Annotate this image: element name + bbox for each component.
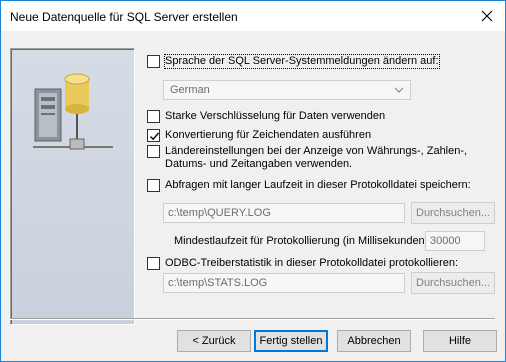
odbc-stats-checkbox[interactable] — [147, 257, 160, 270]
long-queries-label: Abfragen mit langer Laufzeit in dieser P… — [165, 179, 471, 191]
cancel-button[interactable]: Abbrechen — [337, 330, 411, 352]
conversion-checkbox[interactable] — [147, 129, 160, 142]
close-button[interactable] — [477, 6, 497, 26]
wizard-image-panel — [10, 48, 135, 325]
encryption-option[interactable]: Starke Verschlüsselung für Daten verwend… — [147, 110, 385, 123]
encryption-checkbox[interactable] — [147, 110, 160, 123]
regional-checkbox[interactable] — [147, 145, 160, 158]
language-option[interactable]: Sprache der SQL Server-Systemmeldungen ä… — [147, 54, 440, 69]
encryption-label: Starke Verschlüsselung für Daten verwend… — [165, 110, 386, 122]
stats-log-browse-button: Durchsuchen... — [411, 272, 495, 294]
footer-separator — [10, 318, 495, 320]
odbc-stats-label: ODBC-Treiberstatistik in dieser Protokol… — [165, 257, 459, 269]
server-database-network-icon — [33, 73, 113, 150]
language-select: German — [163, 80, 411, 100]
min-time-label: Mindestlaufzeit für Protokollierung (in … — [174, 235, 432, 247]
checkmark-icon — [150, 132, 160, 141]
query-log-browse-button: Durchsuchen... — [411, 202, 495, 224]
dialog-content: Sprache der SQL Server-Systemmeldungen ä… — [1, 31, 505, 361]
regional-label: Ländereinstellungen bei der Anzeige von … — [165, 145, 468, 170]
finish-button[interactable]: Fertig stellen — [254, 330, 328, 352]
language-label: Sprache der SQL Server-Systemmeldungen ä… — [164, 54, 440, 69]
conversion-option[interactable]: Konvertierung für Zeichendaten ausführen — [147, 129, 371, 142]
conversion-label: Konvertierung für Zeichendaten ausführen — [165, 129, 372, 141]
min-time-input: 30000 — [425, 231, 485, 251]
query-log-path-input: c:\temp\QUERY.LOG — [163, 203, 405, 223]
language-select-value: German — [170, 84, 210, 96]
dialog-window: Neue Datenquelle für SQL Server erstelle… — [0, 0, 506, 362]
long-queries-checkbox[interactable] — [147, 179, 160, 192]
language-checkbox[interactable] — [147, 55, 160, 68]
title-bar: Neue Datenquelle für SQL Server erstelle… — [1, 1, 505, 31]
window-title: Neue Datenquelle für SQL Server erstelle… — [10, 10, 238, 24]
back-button[interactable]: < Zurück — [177, 330, 251, 352]
chevron-down-icon — [394, 87, 404, 93]
stats-log-path-input: c:\temp\STATS.LOG — [163, 273, 405, 293]
close-icon — [481, 10, 493, 22]
help-button[interactable]: Hilfe — [423, 330, 497, 352]
regional-option[interactable]: Ländereinstellungen bei der Anzeige von … — [147, 145, 485, 171]
odbc-stats-option[interactable]: ODBC-Treiberstatistik in dieser Protokol… — [147, 257, 458, 270]
long-queries-option[interactable]: Abfragen mit langer Laufzeit in dieser P… — [147, 179, 471, 192]
